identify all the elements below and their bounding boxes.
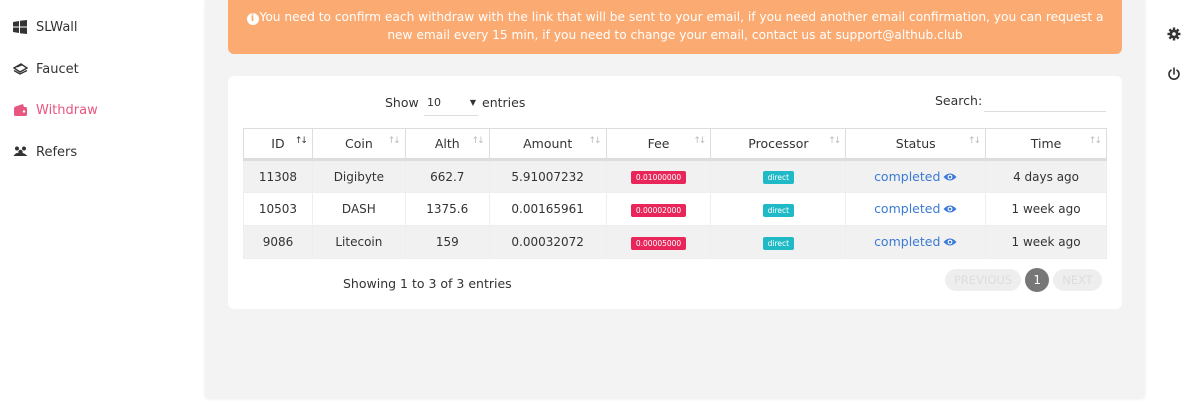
column-header-status[interactable]: Status ↑↓	[845, 128, 987, 160]
info-icon: i	[246, 13, 259, 25]
cell-fee: 0.00005000	[605, 225, 712, 259]
sort-icon: ↑↓	[1088, 136, 1102, 146]
cell-coin: Litecoin	[311, 225, 406, 259]
wallet-icon	[12, 102, 28, 118]
cell-time: 1 week ago	[985, 192, 1107, 226]
cell-time: 1 week ago	[985, 225, 1107, 259]
column-header-amount[interactable]: Amount ↑↓	[488, 128, 607, 160]
cell-coin: DASH	[311, 192, 406, 226]
users-icon	[12, 144, 28, 160]
entries-label: entries	[482, 95, 526, 110]
eye-icon[interactable]	[943, 235, 957, 250]
cell-id: 11308	[243, 159, 313, 193]
sidebar-item-withdraw[interactable]: Withdraw	[12, 98, 98, 122]
pagination: PREVIOUS 1 NEXT	[945, 268, 1102, 292]
sidebar-item-label: Withdraw	[36, 102, 98, 118]
sort-icon: ↑↓	[294, 136, 308, 146]
search-label: Search:	[935, 93, 983, 108]
previous-button[interactable]: PREVIOUS	[945, 269, 1022, 291]
entries-select[interactable]: 10 ▼	[424, 90, 478, 116]
caret-down-icon: ▼	[469, 98, 476, 107]
windows-icon	[12, 19, 28, 35]
sidebar-item-faucet[interactable]: Faucet	[12, 57, 79, 81]
gear-icon[interactable]	[1166, 26, 1182, 42]
cell-amount: 0.00032072	[488, 225, 607, 259]
cell-amount: 5.91007232	[488, 159, 607, 193]
next-button[interactable]: NEXT	[1053, 269, 1102, 291]
column-header-coin[interactable]: Coin ↑↓	[311, 128, 406, 160]
eye-icon[interactable]	[943, 202, 957, 217]
cell-alth: 662.7	[404, 159, 490, 193]
sort-icon: ↑↓	[693, 136, 706, 146]
page-1-button[interactable]: 1	[1025, 268, 1050, 292]
sort-icon: ↑↓	[828, 136, 841, 146]
cell-status: completed	[845, 192, 987, 226]
cell-coin: Digibyte	[311, 159, 406, 193]
status-link[interactable]: completed	[874, 234, 957, 249]
cell-id: 10503	[243, 192, 313, 226]
column-header-fee[interactable]: Fee ↑↓	[605, 128, 712, 160]
eye-icon[interactable]	[943, 170, 957, 185]
sidebar-item-slwall[interactable]: SLWall	[12, 15, 78, 39]
sidebar-item-refers[interactable]: Refers	[12, 140, 77, 164]
column-header-id[interactable]: ID ↑↓	[243, 128, 313, 160]
cell-id: 9086	[243, 225, 313, 259]
cell-fee: 0.01000000	[605, 159, 712, 193]
column-header-processor[interactable]: Processor ↑↓	[710, 128, 847, 160]
showing-entries-text: Showing 1 to 3 of 3 entries	[343, 276, 512, 291]
sidebar-item-label: Faucet	[36, 61, 79, 77]
cell-processor: direct	[710, 192, 847, 226]
table-row: 10503 DASH 1375.6 0.00165961 0.00002000 …	[243, 192, 1107, 226]
column-header-time[interactable]: Time ↑↓	[985, 128, 1107, 160]
sort-icon: ↑↓	[471, 136, 485, 146]
cell-status: completed	[845, 225, 987, 259]
cell-processor: direct	[710, 159, 847, 193]
table-header-row: ID ↑↓ Coin ↑↓ Alth ↑↓ Amount ↑↓ Fee ↑↓ Proces…	[243, 128, 1107, 160]
cell-fee: 0.00002000	[605, 192, 712, 226]
sort-icon: ↑↓	[588, 136, 602, 146]
right-toolbar	[1163, 0, 1187, 405]
column-header-alth[interactable]: Alth ↑↓	[404, 128, 490, 160]
cell-processor: direct	[710, 225, 847, 259]
processor-badge: direct	[762, 236, 795, 250]
table-row: 9086 Litecoin 159 0.00032072 0.00005000 …	[243, 225, 1107, 259]
power-icon[interactable]	[1166, 66, 1182, 82]
search-input[interactable]	[984, 88, 1106, 112]
entries-select-value: 10	[427, 96, 441, 109]
fee-badge: 0.00002000	[630, 203, 687, 217]
fee-badge: 0.00005000	[630, 236, 687, 250]
info-alert: i You need to confirm each withdraw with …	[228, 0, 1122, 54]
sidebar-item-label: Refers	[36, 144, 78, 160]
cell-status: completed	[845, 159, 987, 193]
withdraw-table: ID ↑↓ Coin ↑↓ Alth ↑↓ Amount ↑↓ Fee ↑↓ Proces…	[243, 128, 1107, 259]
alert-text: You need to confirm each withdraw with t…	[259, 10, 1104, 42]
cell-alth: 159	[404, 225, 490, 259]
faucet-icon	[12, 61, 28, 77]
sort-icon: ↑↓	[387, 136, 401, 146]
processor-badge: direct	[762, 171, 795, 184]
cell-amount: 0.00165961	[488, 192, 607, 226]
withdraw-table-card: Show 10 ▼ entries Search: ID ↑↓ Coin ↑↓ Al…	[228, 76, 1122, 309]
processor-badge: direct	[762, 203, 795, 217]
status-link[interactable]: completed	[874, 201, 957, 216]
fee-badge: 0.01000000	[630, 171, 687, 184]
main-content: i You need to confirm each withdraw with …	[205, 0, 1145, 398]
status-link[interactable]: completed	[874, 169, 957, 184]
sidebar-item-label: SLWall	[36, 19, 78, 35]
sort-icon: ↑↓	[968, 136, 981, 146]
cell-alth: 1375.6	[404, 192, 490, 226]
show-label: Show	[385, 95, 419, 110]
cell-time: 4 days ago	[985, 159, 1107, 193]
sidebar: SLWall Faucet Withdraw Refers	[0, 0, 200, 405]
table-row: 11308 Digibyte 662.7 5.91007232 0.010000…	[243, 159, 1107, 193]
